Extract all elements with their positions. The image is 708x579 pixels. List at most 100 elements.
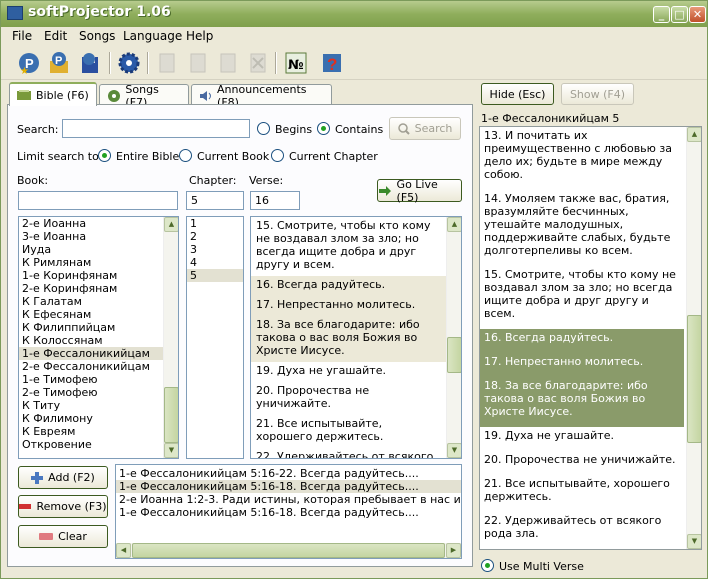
save-project-icon[interactable] [77,50,103,76]
chapter-list-item[interactable]: 3 [187,243,243,256]
help-icon[interactable]: ? [319,50,345,76]
clear-button[interactable]: Clear [18,525,108,548]
new-project-icon[interactable]: P ★ [16,50,42,76]
display-verse-item[interactable]: 20. Пророчества не уничижайте. [480,451,684,475]
scroll-thumb[interactable] [447,337,461,373]
history-list-item[interactable]: 1-е Фессалоникийцам 5:16-18. Всегда раду… [116,480,461,493]
display-verse-item[interactable]: 19. Духа не угашайте. [480,427,684,451]
go-live-button[interactable]: Go Live (F5) [377,178,462,204]
history-list[interactable]: 1-е Фессалоникийцам 5:16-22. Всегда раду… [115,464,462,559]
verse-list-item[interactable]: 15. Смотрите, чтобы кто кому не воздавал… [251,217,446,276]
book-list-item[interactable]: К Ефесянам [19,308,178,321]
scroll-right-arrow[interactable]: ▶ [446,543,461,558]
book-list-item[interactable]: Откровение [19,438,178,451]
scroll-up-arrow[interactable]: ▲ [164,217,178,232]
book-list-item[interactable]: 2-е Фессалоникийцам [19,360,178,373]
verse-list-item[interactable]: 16. Всегда радуйтесь. [251,276,446,296]
verse-list-item[interactable]: 17. Непрестанно молитесь. [251,296,446,316]
tab-songs[interactable]: Songs (F7) [99,83,189,109]
delete-song-icon[interactable] [245,50,271,76]
history-list-item[interactable]: 2-е Иоанна 1:2-3. Ради истины, которая п… [116,493,461,506]
book-list-item[interactable]: К Филиппийцам [19,321,178,334]
display-verse-item[interactable]: 17. Непрестанно молитесь. [480,353,684,377]
scroll-down-arrow[interactable]: ▼ [447,443,461,458]
title-bar[interactable]: softProjector 1.06 _ □ ✕ [1,1,707,27]
menu-songs[interactable]: Songs [79,29,115,43]
verse-input[interactable]: 16 [250,191,300,210]
scroll-thumb[interactable] [687,315,701,443]
book-list-item[interactable]: К Титу [19,399,178,412]
verse-list[interactable]: 15. Смотрите, чтобы кто кому не воздавал… [250,216,462,459]
verse-list-item[interactable]: 21. Все испытывайте, хорошего держитесь. [251,415,446,448]
book-list-item[interactable]: 2-е Иоанна [19,217,178,230]
verse-list-scrollbar[interactable]: ▲ ▼ [446,217,461,458]
begins-radio[interactable] [257,122,270,135]
add-button[interactable]: Add (F2) [18,466,108,489]
book-list-item[interactable]: 2-е Коринфянам [19,282,178,295]
contains-radio[interactable] [317,122,330,135]
display-verse-item[interactable]: 14. Умоляем также вас, братия, вразумляй… [480,190,684,266]
menu-edit[interactable]: Edit [44,29,67,43]
copy-song-icon[interactable] [215,50,241,76]
book-list-item[interactable]: Иуда [19,243,178,256]
display-verse-item[interactable]: 23. Сам же Бог мира да освятит вас [480,549,684,550]
book-list-item[interactable]: К Филимону [19,412,178,425]
current-chapter-radio[interactable] [271,149,284,162]
song-counter-icon[interactable]: № [283,50,309,76]
menu-language[interactable]: Language [123,29,182,43]
chapter-list-item[interactable]: 2 [187,230,243,243]
remove-button[interactable]: Remove (F3) [18,495,108,518]
history-hscrollbar[interactable]: ◀ ▶ [116,543,461,558]
menu-help[interactable]: Help [186,29,213,43]
search-button[interactable]: Search [389,117,461,140]
book-list-item[interactable]: К Евреям [19,425,178,438]
scroll-down-arrow[interactable]: ▼ [687,534,701,549]
show-button[interactable]: Show (F4) [561,83,634,105]
menu-file[interactable]: File [12,29,32,43]
current-book-radio[interactable] [179,149,192,162]
scroll-left-arrow[interactable]: ◀ [116,543,131,558]
scroll-up-arrow[interactable]: ▲ [687,127,701,142]
book-list-scrollbar[interactable]: ▲ ▼ [163,217,178,458]
minimize-button[interactable]: _ [653,6,670,23]
display-verse-item[interactable]: 15. Смотрите, чтобы кто кому не воздавал… [480,266,684,329]
chapter-list[interactable]: 12345 [186,216,244,459]
book-list-item[interactable]: К Галатам [19,295,178,308]
display-verse-item[interactable]: 22. Удерживайтесь от всякого рода зла. [480,512,684,549]
book-list-item[interactable]: К Римлянам [19,256,178,269]
verse-list-item[interactable]: 19. Духа не угашайте. [251,362,446,382]
hide-button[interactable]: Hide (Esc) [481,83,554,105]
verse-list-item[interactable]: 18. За все благодарите: ибо такова о вас… [251,316,446,362]
verse-list-item[interactable]: 20. Пророчества не уничижайте. [251,382,446,415]
close-button[interactable]: ✕ [689,6,706,23]
display-scrollbar[interactable]: ▲ ▼ [686,127,701,549]
scroll-thumb[interactable] [164,387,178,443]
multi-verse-checkbox[interactable] [481,559,494,572]
history-list-item[interactable]: 1-е Фессалоникийцам 5:16-18. Всегда раду… [116,506,461,519]
tab-announcements[interactable]: Announcements (F8) [191,83,332,109]
scroll-thumb[interactable] [132,543,445,558]
scroll-up-arrow[interactable]: ▲ [447,217,461,232]
book-list-item[interactable]: 1-е Тимофею [19,373,178,386]
book-list[interactable]: 2-е Иоанна 3-е Иоанна Иуда К Римлянам 1-е Ко… [18,216,179,459]
search-input[interactable] [62,119,250,138]
new-song-icon[interactable] [154,50,180,76]
maximize-button[interactable]: □ [671,6,688,23]
entire-bible-radio[interactable] [98,149,111,162]
display-verse-item[interactable]: 21. Все испытывайте, хорошего держитесь. [480,475,684,512]
edit-song-icon[interactable] [185,50,211,76]
book-list-item[interactable]: 1-е Коринфянам [19,269,178,282]
chapter-list-item[interactable]: 4 [187,256,243,269]
book-input[interactable] [18,191,178,210]
settings-gear-icon[interactable] [116,50,142,76]
tab-bible[interactable]: Bible (F6) [9,82,97,106]
chapter-list-item[interactable]: 5 [187,269,243,282]
chapter-list-item[interactable]: 1 [187,217,243,230]
chapter-input[interactable]: 5 [186,191,244,210]
book-list-item[interactable]: 2-е Тимофею [19,386,178,399]
open-project-icon[interactable]: P [46,50,72,76]
display-verse-item[interactable]: 13. И почитать их преимущественно с любо… [480,127,684,190]
display-verse-item[interactable]: 16. Всегда радуйтесь. [480,329,684,353]
scroll-down-arrow[interactable]: ▼ [164,443,178,458]
book-list-item[interactable]: 1-е Фессалоникийцам [19,347,178,360]
